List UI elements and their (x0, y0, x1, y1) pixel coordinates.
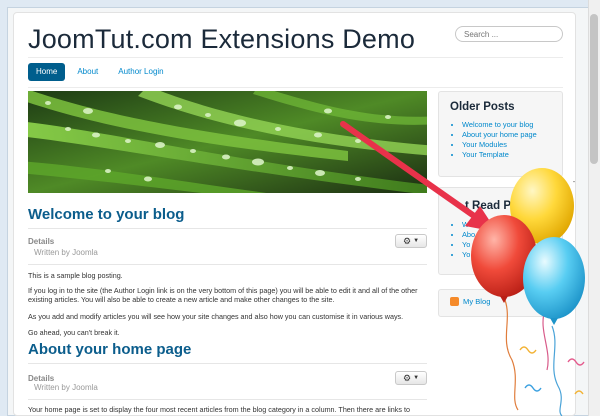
arrow-icon (340, 121, 497, 232)
balloons-icon (471, 168, 585, 416)
scrollbar-thumb[interactable] (590, 14, 598, 164)
vertical-scrollbar[interactable] (588, 0, 600, 416)
promo-overlay (340, 121, 585, 416)
